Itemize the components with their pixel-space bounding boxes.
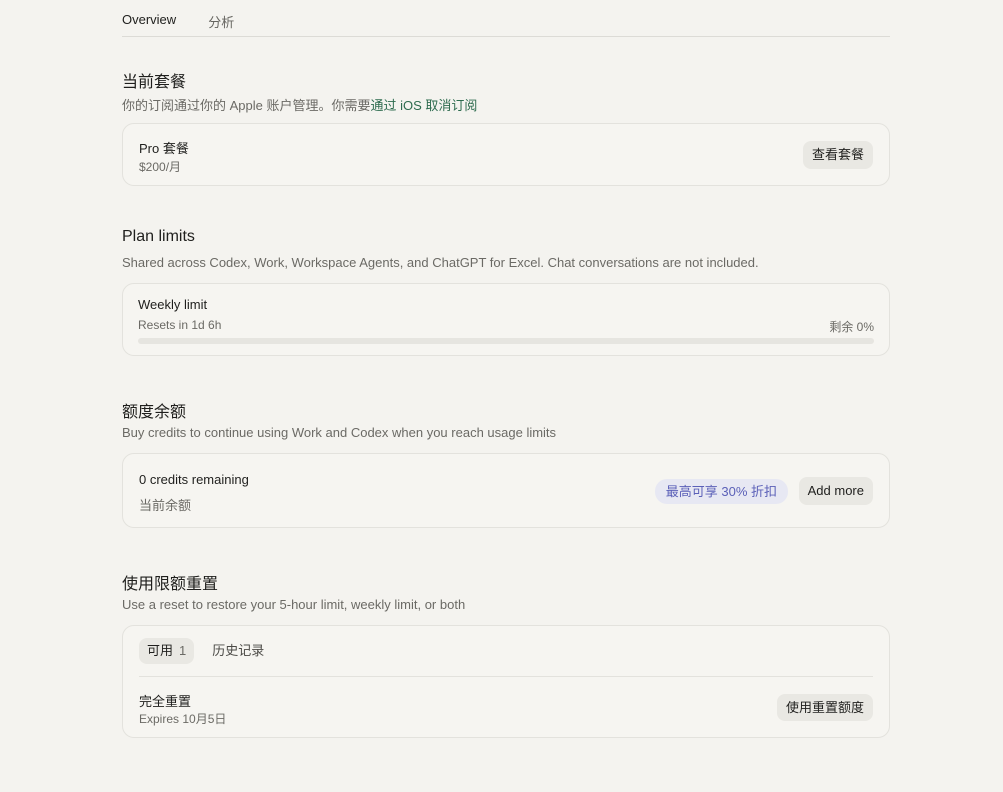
current-plan-card: Pro 套餐 $200/月 查看套餐 [122,123,890,186]
weekly-limit-card: Weekly limit Resets in 1d 6h 剩余 0% [122,283,890,356]
plan-price: $200/月 [139,160,182,174]
credits-title: 额度余额 [122,404,187,421]
tab-analytics[interactable]: 分析 [208,12,234,31]
credits-subtitle: Buy credits to continue using Work and C… [122,425,557,440]
add-more-button[interactable]: Add more [798,477,873,505]
credits-balance-label: 当前余额 [139,498,192,513]
current-plan-subtitle-text: 你的订阅通过你的 Apple 账户管理。你需要 [122,98,371,113]
tab-bar: Overview 分析 [122,0,890,37]
reset-item-name: 完全重置 [139,694,192,709]
resets-subtitle: Use a reset to restore your 5-hour limit… [122,597,466,612]
use-reset-button[interactable]: 使用重置额度 [776,694,873,721]
current-plan-title: 当前套餐 [122,74,187,91]
subtab-available-label: 可用 [147,643,174,658]
discount-badge: 最高可享 30% 折扣 [654,479,788,504]
plan-limits-title: Plan limits [122,228,195,245]
credits-remaining: 0 credits remaining [139,472,249,487]
cancel-subscription-link[interactable]: 通过 iOS 取消订阅 [370,98,477,113]
reset-item-expires: Expires 10月5日 [139,712,227,726]
subtab-available[interactable]: 可用 1 [139,638,195,664]
settings-content: Overview 分析 当前套餐 你的订阅通过你的 Apple 账户管理。你需要… [122,0,890,738]
weekly-limit-progress-bar [138,338,874,344]
plan-limits-subtitle: Shared across Codex, Work, Workspace Age… [122,255,759,270]
current-plan-subtitle: 你的订阅通过你的 Apple 账户管理。你需要通过 iOS 取消订阅 [122,95,477,114]
plan-name: Pro 套餐 [139,141,189,156]
resets-title: 使用限额重置 [122,576,219,593]
resets-divider [139,676,873,677]
resets-card: 可用 1 历史记录 完全重置 Expires 10月5日 使用重置额度 [122,625,890,738]
subtab-history[interactable]: 历史记录 [204,638,272,664]
tab-overview[interactable]: Overview [122,12,176,27]
credits-card: 0 credits remaining 当前余额 最高可享 30% 折扣 Add… [122,453,890,528]
subtab-available-count: 1 [179,643,187,658]
weekly-limit-label: Weekly limit [138,297,208,312]
weekly-limit-resets: Resets in 1d 6h [138,318,222,332]
view-plan-button[interactable]: 查看套餐 [802,141,873,169]
weekly-limit-remaining: 剩余 0% [829,320,874,334]
resets-subtabs: 可用 1 历史记录 [139,638,272,664]
